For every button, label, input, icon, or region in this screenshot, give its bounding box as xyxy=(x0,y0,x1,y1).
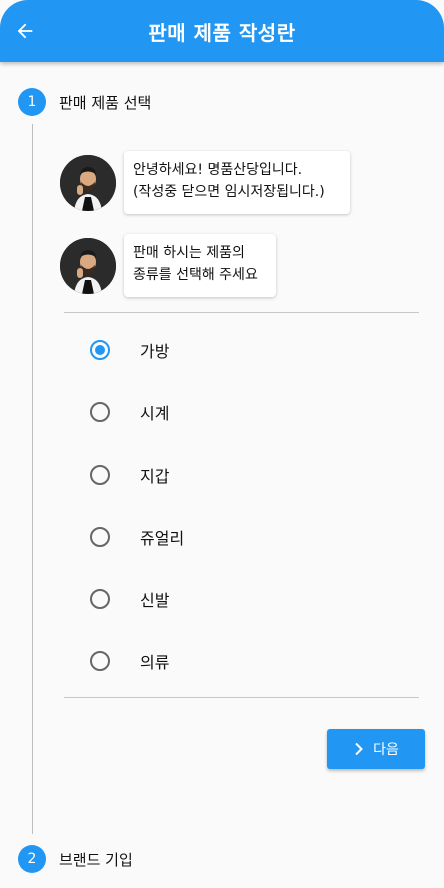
stepper-line xyxy=(32,124,33,834)
option-jewelry[interactable]: 쥬얼리 xyxy=(82,517,402,557)
radio-unchecked-icon[interactable] xyxy=(90,527,110,547)
next-button-label: 다음 xyxy=(373,742,399,758)
chat-text: 안녕하세요! 명품산당입니다. xyxy=(133,162,303,178)
divider xyxy=(64,312,419,313)
divider xyxy=(64,697,419,698)
option-watch[interactable]: 시계 xyxy=(82,392,402,432)
radio-unchecked-icon[interactable] xyxy=(90,465,110,485)
step-1-label[interactable]: 판매 제품 선택 xyxy=(59,92,151,113)
avatar xyxy=(60,155,116,211)
option-label: 쥬얼리 xyxy=(140,529,185,548)
option-clothing[interactable]: 의류 xyxy=(82,641,402,681)
app-bar: 판매 제품 작성란 xyxy=(0,0,444,62)
option-label: 의류 xyxy=(140,653,170,672)
option-label: 신발 xyxy=(140,591,170,610)
step-1-number: 1 xyxy=(18,88,46,116)
next-button[interactable]: 다음 xyxy=(327,729,425,769)
step-2-label[interactable]: 브랜드 기입 xyxy=(59,849,133,870)
radio-unchecked-icon[interactable] xyxy=(90,402,110,422)
chat-bubble: 판매 하시는 제품의 종류를 선택해 주세요 xyxy=(124,234,276,297)
chat-text: 판매 하시는 제품의 xyxy=(133,245,245,261)
chevron-right-icon xyxy=(353,742,365,756)
avatar xyxy=(60,238,116,294)
screen: 판매 제품 작성란 1 판매 제품 선택 안녕하세요! 명품산당입니다. (작성… xyxy=(0,0,444,888)
chat-bubble: 안녕하세요! 명품산당입니다. (작성중 닫으면 임시저장됩니다.) xyxy=(124,151,350,214)
radio-unchecked-icon[interactable] xyxy=(90,589,110,609)
radio-unchecked-icon[interactable] xyxy=(90,651,110,671)
chat-text: (작성중 닫으면 임시저장됩니다.) xyxy=(133,184,325,200)
option-bag[interactable]: 가방 xyxy=(82,330,402,370)
radio-checked-icon[interactable] xyxy=(90,340,110,360)
option-shoes[interactable]: 신발 xyxy=(82,579,402,619)
page-title: 판매 제품 작성란 xyxy=(148,21,296,45)
step-2-number: 2 xyxy=(18,845,46,873)
option-label: 시계 xyxy=(140,404,170,423)
option-label: 가방 xyxy=(140,342,170,361)
option-wallet[interactable]: 지갑 xyxy=(82,455,402,495)
option-label: 지갑 xyxy=(140,467,170,486)
chat-text: 종류를 선택해 주세요 xyxy=(133,267,258,283)
